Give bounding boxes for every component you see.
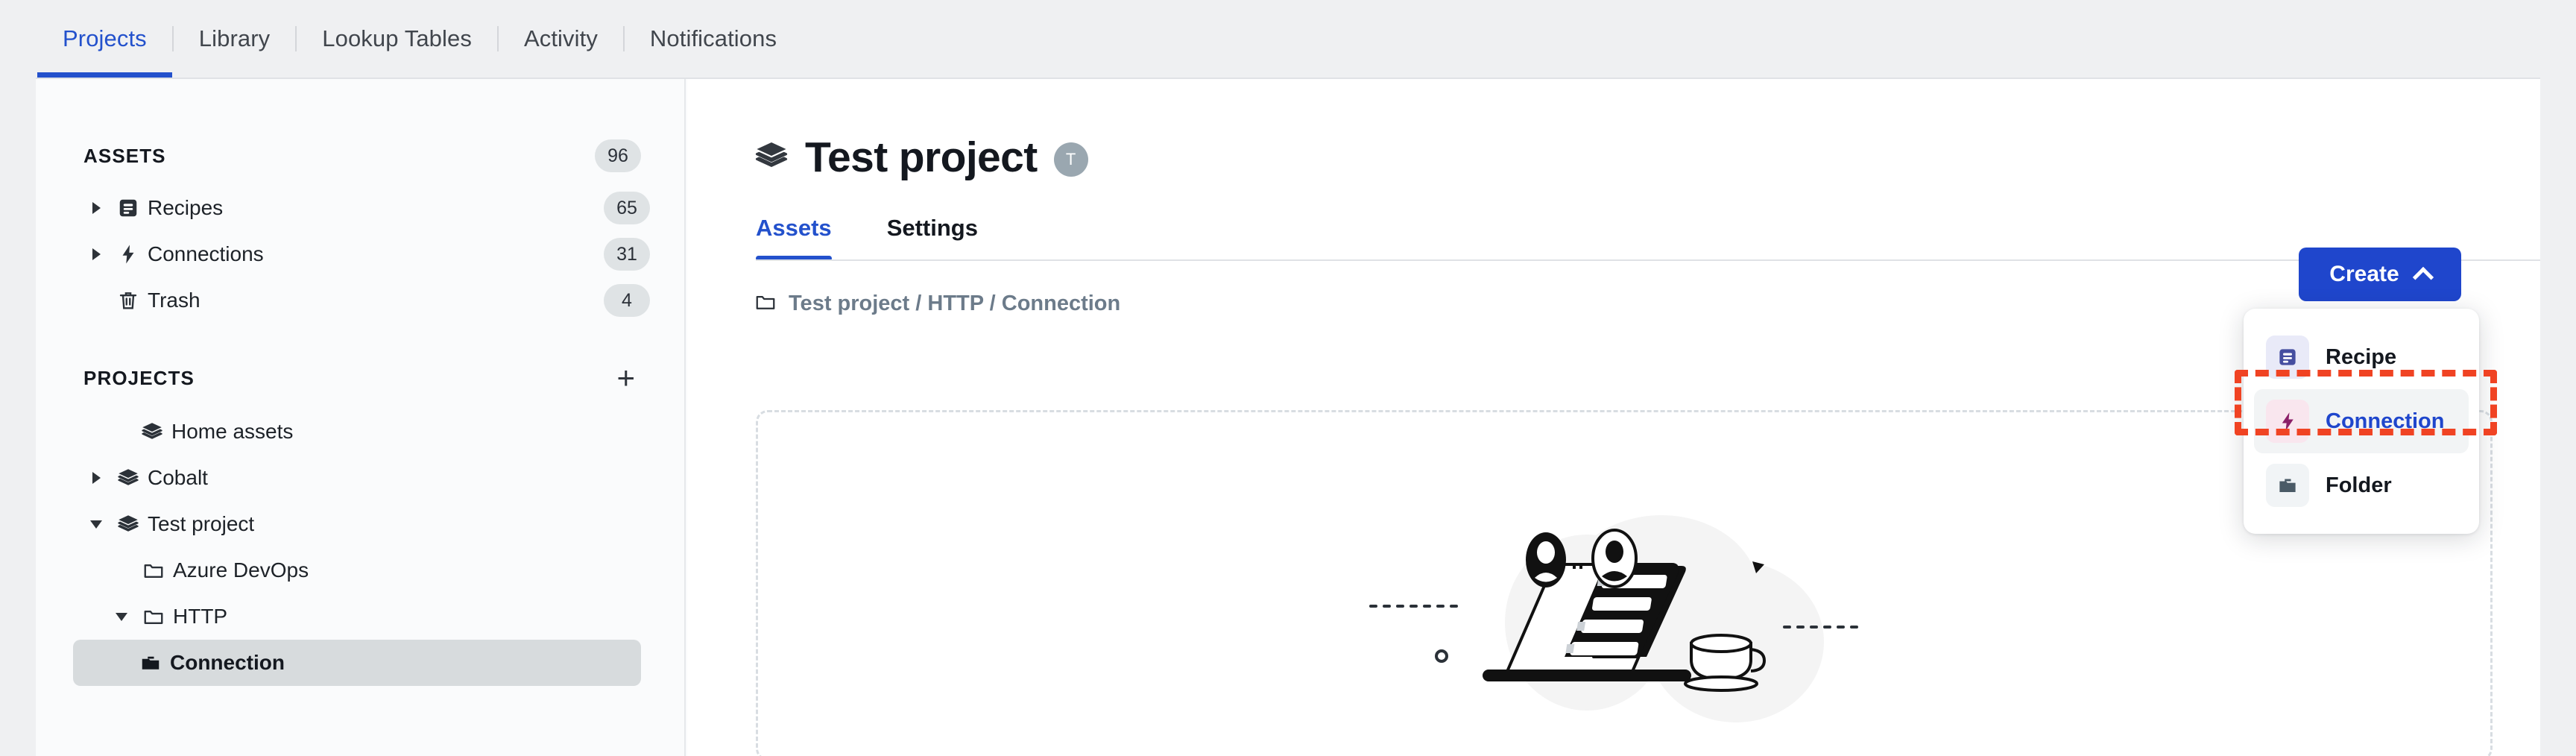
sidebar-item-connection[interactable]: Connection <box>73 640 641 686</box>
sidebar-item-label: Test project <box>148 512 255 535</box>
lightning-icon <box>2266 400 2309 443</box>
top-navigation-bar: Projects Library Lookup Tables Activity … <box>0 0 2576 78</box>
chevron-down-icon[interactable] <box>109 613 134 621</box>
sidebar-item-label: HTTP <box>173 605 228 628</box>
top-nav-tab-label: Projects <box>63 25 147 51</box>
sidebar-item-label: Trash <box>148 289 201 312</box>
page-title: Test project <box>805 133 1038 181</box>
chevron-right-icon[interactable] <box>83 202 109 214</box>
top-nav-tab-label: Lookup Tables <box>322 25 472 51</box>
chevron-up-icon <box>2412 266 2434 289</box>
create-menu-item-label: Connection <box>2326 409 2445 433</box>
chevron-right-icon[interactable] <box>83 248 109 260</box>
layers-icon <box>133 420 171 443</box>
sidebar-item-label: Azure DevOps <box>173 558 309 582</box>
empty-state-card <box>756 410 2493 756</box>
chevron-right-icon[interactable] <box>83 472 109 484</box>
projects-section-title: PROJECTS <box>83 366 195 389</box>
assets-count-badge: 96 <box>595 139 641 172</box>
breadcrumb-text: Test project / HTTP / Connection <box>789 292 1121 315</box>
folder-filled-icon <box>131 652 170 674</box>
sidebar-item-label: Recipes <box>148 196 224 219</box>
lightning-icon <box>109 243 148 265</box>
folder-outline-icon <box>754 291 777 317</box>
sidebar-item-recipes[interactable]: Recipes 65 <box>83 185 684 231</box>
top-nav-tab-label: Activity <box>523 25 598 51</box>
layers-icon <box>754 139 789 177</box>
empty-state-illustration <box>1363 509 1885 737</box>
add-project-button[interactable]: + <box>610 362 641 394</box>
create-menu-item-connection[interactable]: Connection <box>2254 389 2469 453</box>
create-menu-item-label: Recipe <box>2326 344 2397 369</box>
assets-section-header: ASSETS 96 <box>36 137 684 174</box>
layers-icon <box>109 513 148 535</box>
tab-label: Assets <box>756 215 832 241</box>
sidebar-item-label: Home assets <box>171 420 294 443</box>
folder-outline-icon <box>134 605 173 628</box>
content-area: Test project T Assets Settings Test proj… <box>687 79 2540 756</box>
top-nav-tab-projects[interactable]: Projects <box>37 0 172 78</box>
tab-underline <box>756 259 2540 261</box>
trash-count-badge: 4 <box>604 284 650 317</box>
sidebar-item-azure-devops[interactable]: Azure DevOps <box>109 547 684 593</box>
top-nav-tab-label: Library <box>198 25 271 51</box>
create-button-label: Create <box>2329 262 2399 286</box>
main-panel: ASSETS 96 Recipes 65 Connections 31 Tras… <box>36 78 2540 756</box>
recipes-count-badge: 65 <box>604 192 650 224</box>
avatar: T <box>1053 142 1088 177</box>
create-dropdown-menu: Recipe Connection Folder <box>2244 309 2479 534</box>
create-button[interactable]: Create <box>2299 248 2461 301</box>
projects-section-header: PROJECTS + <box>36 359 684 397</box>
assets-section-title: ASSETS <box>83 144 166 167</box>
tab-settings[interactable]: Settings <box>887 215 978 261</box>
sidebar-item-home-assets[interactable]: Home assets <box>107 409 684 455</box>
content-tab-list: Assets Settings <box>756 215 2540 261</box>
sidebar-item-label: Connection <box>170 651 285 674</box>
sidebar-item-label: Cobalt <box>148 466 208 489</box>
create-menu-item-recipe[interactable]: Recipe <box>2254 325 2469 389</box>
top-nav-tab-notifications[interactable]: Notifications <box>625 0 802 78</box>
create-menu-item-label: Folder <box>2326 473 2392 497</box>
page-header: Test project T <box>687 79 2540 182</box>
sidebar: ASSETS 96 Recipes 65 Connections 31 Tras… <box>36 79 686 756</box>
tab-label: Settings <box>886 215 978 241</box>
sidebar-item-test-project[interactable]: Test project <box>83 501 684 547</box>
sidebar-item-cobalt[interactable]: Cobalt <box>83 455 684 501</box>
layers-icon <box>109 467 148 489</box>
connections-count-badge: 31 <box>604 238 650 271</box>
tab-assets[interactable]: Assets <box>756 215 832 261</box>
sidebar-item-connections[interactable]: Connections 31 <box>83 231 684 277</box>
sidebar-item-label: Connections <box>148 242 264 265</box>
top-nav-tab-activity[interactable]: Activity <box>499 0 623 78</box>
chevron-down-icon[interactable] <box>83 520 109 529</box>
create-menu-item-folder[interactable]: Folder <box>2254 453 2469 517</box>
recipe-icon <box>2266 336 2309 379</box>
sidebar-item-trash[interactable]: Trash 4 <box>83 277 684 324</box>
recipe-icon <box>109 197 148 219</box>
top-nav-tab-lookup-tables[interactable]: Lookup Tables <box>297 0 497 78</box>
top-nav-tab-library[interactable]: Library <box>174 0 295 78</box>
folder-outline-icon <box>134 559 173 582</box>
sidebar-item-http[interactable]: HTTP <box>109 593 684 640</box>
top-nav-tab-list: Projects Library Lookup Tables Activity … <box>0 0 802 78</box>
folder-filled-icon <box>2266 464 2309 507</box>
top-nav-tab-label: Notifications <box>649 25 777 51</box>
trash-icon <box>109 289 148 312</box>
